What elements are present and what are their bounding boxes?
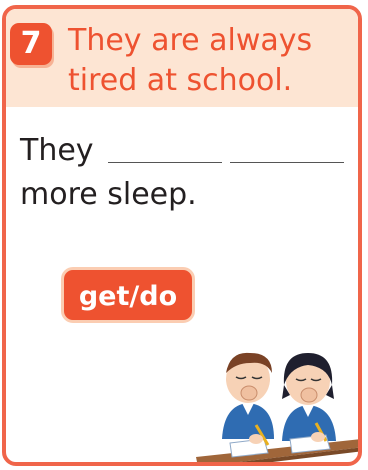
sentence-end: more sleep. bbox=[20, 177, 197, 212]
answer-blank-2[interactable] bbox=[230, 162, 344, 163]
fill-in-sentence: They more sleep. bbox=[20, 129, 348, 217]
question-card: 7 They are always tired at school. They … bbox=[2, 5, 362, 466]
verb-hint-button[interactable]: get/do bbox=[61, 267, 195, 323]
question-title-line-1: They are always bbox=[68, 23, 313, 58]
answer-blank-1[interactable] bbox=[108, 162, 222, 163]
question-title-line-2: tired at school. bbox=[68, 63, 293, 98]
sentence-start: They bbox=[20, 133, 94, 168]
yawning-students-illustration bbox=[196, 352, 358, 462]
question-header: 7 They are always tired at school. bbox=[6, 9, 358, 107]
question-number-badge: 7 bbox=[10, 23, 52, 65]
question-title: They are always tired at school. bbox=[68, 21, 358, 101]
